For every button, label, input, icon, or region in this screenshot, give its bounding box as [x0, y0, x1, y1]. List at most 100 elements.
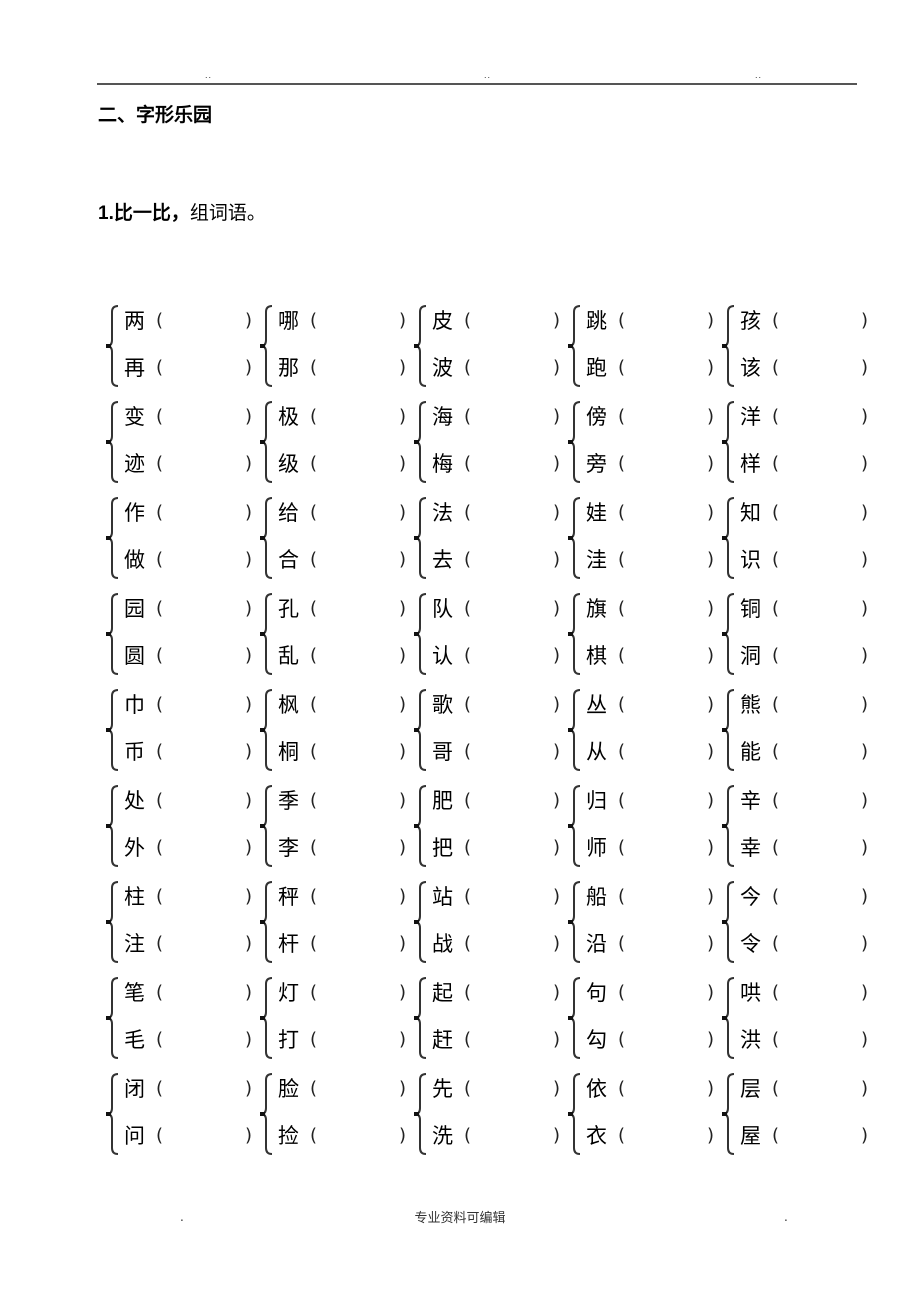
pair-row: 巾 () 币 () 枫 () 桐 () 歌 () 哥 () 丛 () 从 () 熊 () 能 (): [104, 682, 874, 778]
answer-blank[interactable]: [163, 547, 245, 573]
answer-blank[interactable]: [317, 308, 399, 334]
answer-blank[interactable]: [471, 355, 553, 381]
answer-blank[interactable]: [625, 643, 707, 669]
answer-blank[interactable]: [317, 596, 399, 622]
answer-blank[interactable]: [317, 788, 399, 814]
answer-blank[interactable]: [163, 500, 245, 526]
answer-blank[interactable]: [317, 835, 399, 861]
answer-blank[interactable]: [625, 1123, 707, 1149]
answer-blank[interactable]: [163, 1123, 245, 1149]
answer-blank[interactable]: [625, 547, 707, 573]
answer-blank[interactable]: [163, 308, 245, 334]
answer-blank[interactable]: [471, 547, 553, 573]
answer-blank[interactable]: [779, 355, 861, 381]
pair-line-bottom: 幸 (): [740, 833, 870, 863]
answer-blank[interactable]: [625, 596, 707, 622]
answer-blank[interactable]: [779, 692, 861, 718]
answer-blank[interactable]: [317, 739, 399, 765]
answer-blank[interactable]: [317, 1076, 399, 1102]
answer-blank[interactable]: [163, 643, 245, 669]
answer-blank[interactable]: [779, 1123, 861, 1149]
answer-blank[interactable]: [471, 931, 553, 957]
answer-blank[interactable]: [163, 596, 245, 622]
close-paren: ): [706, 694, 714, 715]
answer-blank[interactable]: [625, 404, 707, 430]
answer-blank[interactable]: [471, 1027, 553, 1053]
answer-blank[interactable]: [471, 596, 553, 622]
answer-blank[interactable]: [471, 500, 553, 526]
answer-blank[interactable]: [779, 1076, 861, 1102]
close-paren: ): [552, 982, 560, 1003]
answer-blank[interactable]: [625, 788, 707, 814]
answer-blank[interactable]: [779, 308, 861, 334]
answer-blank[interactable]: [471, 692, 553, 718]
answer-blank[interactable]: [163, 884, 245, 910]
answer-blank[interactable]: [779, 739, 861, 765]
answer-blank[interactable]: [625, 355, 707, 381]
answer-blank[interactable]: [779, 1027, 861, 1053]
answer-blank[interactable]: [471, 788, 553, 814]
answer-blank[interactable]: [471, 1076, 553, 1102]
answer-blank[interactable]: [779, 500, 861, 526]
answer-blank[interactable]: [317, 931, 399, 957]
answer-blank[interactable]: [163, 1027, 245, 1053]
answer-blank[interactable]: [625, 835, 707, 861]
answer-blank[interactable]: [163, 980, 245, 1006]
answer-blank[interactable]: [163, 788, 245, 814]
answer-blank[interactable]: [625, 692, 707, 718]
word-pair-grid: 两() 再() 哪() 那() 皮() 波() 跳() 跑() 孩() 该() 变() 迹() 极() 级…: [104, 298, 874, 1162]
answer-blank[interactable]: [779, 931, 861, 957]
answer-blank[interactable]: [625, 980, 707, 1006]
answer-blank[interactable]: [471, 739, 553, 765]
answer-blank[interactable]: [163, 404, 245, 430]
answer-blank[interactable]: [317, 980, 399, 1006]
open-paren: (: [310, 645, 318, 666]
pair-line-top: 灯 (): [278, 978, 408, 1008]
answer-blank[interactable]: [779, 884, 861, 910]
answer-blank[interactable]: [471, 308, 553, 334]
answer-blank[interactable]: [625, 1027, 707, 1053]
answer-blank[interactable]: [163, 835, 245, 861]
answer-blank[interactable]: [317, 1027, 399, 1053]
answer-blank[interactable]: [779, 596, 861, 622]
answer-blank[interactable]: [625, 500, 707, 526]
answer-blank[interactable]: [317, 1123, 399, 1149]
answer-blank[interactable]: [471, 404, 553, 430]
answer-blank[interactable]: [625, 739, 707, 765]
answer-blank[interactable]: [471, 1123, 553, 1149]
answer-blank[interactable]: [625, 308, 707, 334]
answer-blank[interactable]: [163, 692, 245, 718]
answer-blank[interactable]: [317, 547, 399, 573]
answer-blank[interactable]: [471, 884, 553, 910]
answer-blank[interactable]: [779, 788, 861, 814]
answer-blank[interactable]: [779, 404, 861, 430]
answer-blank[interactable]: [317, 500, 399, 526]
answer-blank[interactable]: [317, 692, 399, 718]
answer-blank[interactable]: [163, 451, 245, 477]
answer-blank[interactable]: [779, 451, 861, 477]
answer-blank[interactable]: [317, 643, 399, 669]
answer-blank[interactable]: [471, 980, 553, 1006]
answer-blank[interactable]: [625, 884, 707, 910]
answer-blank[interactable]: [625, 931, 707, 957]
answer-blank[interactable]: [163, 739, 245, 765]
answer-blank[interactable]: [471, 835, 553, 861]
answer-blank[interactable]: [471, 451, 553, 477]
answer-blank[interactable]: [317, 451, 399, 477]
answer-blank[interactable]: [163, 931, 245, 957]
answer-blank[interactable]: [163, 1076, 245, 1102]
answer-blank[interactable]: [779, 835, 861, 861]
character: 归: [586, 789, 607, 813]
answer-blank[interactable]: [779, 643, 861, 669]
answer-blank[interactable]: [163, 355, 245, 381]
answer-blank[interactable]: [625, 1076, 707, 1102]
answer-blank[interactable]: [625, 451, 707, 477]
answer-blank[interactable]: [779, 980, 861, 1006]
answer-blank[interactable]: [471, 643, 553, 669]
close-paren: ): [398, 790, 406, 811]
answer-blank[interactable]: [317, 884, 399, 910]
answer-blank[interactable]: [317, 355, 399, 381]
answer-blank[interactable]: [317, 404, 399, 430]
answer-blank[interactable]: [779, 547, 861, 573]
word-pair: 秤 () 杆 (): [258, 874, 412, 970]
